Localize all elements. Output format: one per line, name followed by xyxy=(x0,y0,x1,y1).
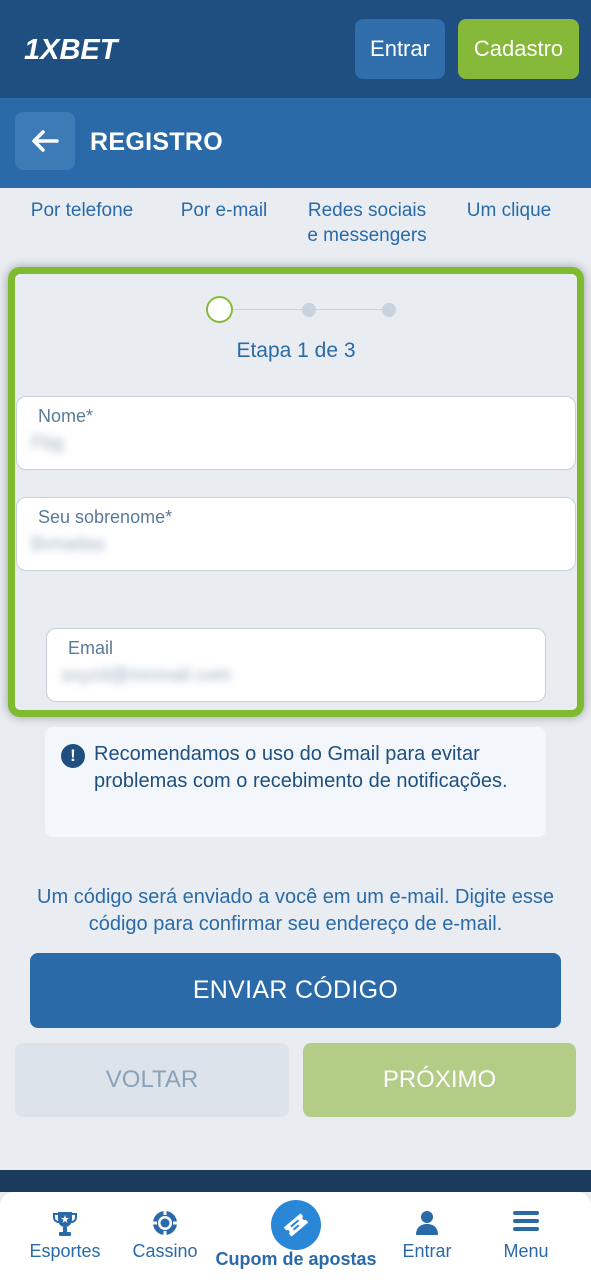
hamburger-menu-icon xyxy=(513,1211,539,1231)
step-label: Etapa 1 de 3 xyxy=(236,339,356,362)
bet-slip-button[interactable] xyxy=(271,1200,321,1250)
tab-by-email[interactable]: Por e-mail xyxy=(172,198,276,223)
gmail-notice: ! Recomendamos o uso do Gmail para evita… xyxy=(45,727,546,837)
casino-chip-icon xyxy=(153,1211,177,1235)
tab-one-click[interactable]: Um clique xyxy=(458,198,560,223)
nav-bet-slip-label: Cupom de apostas xyxy=(215,1249,377,1269)
step-1-indicator xyxy=(206,296,233,323)
email-label: Email xyxy=(68,638,114,658)
notice-text: Recomendamos o uso do Gmail para evitar … xyxy=(94,743,508,792)
brand-logo[interactable]: 1XBET xyxy=(24,30,144,68)
step-connector xyxy=(233,309,309,310)
registration-method-tabs: Por telefone Por e-mail Redes sociais e … xyxy=(0,188,591,258)
last-name-value: Bvnadas xyxy=(31,534,105,555)
trophy-icon xyxy=(53,1212,77,1236)
arrow-left-icon xyxy=(32,130,59,152)
nav-casino-label: Cassino xyxy=(132,1241,198,1261)
exclamation-icon: ! xyxy=(61,744,85,768)
nav-sports-label: Esportes xyxy=(29,1241,101,1261)
logo-1xbet-icon: 1XBET xyxy=(24,34,120,66)
step-connector xyxy=(316,309,386,310)
svg-text:1XBET: 1XBET xyxy=(24,34,120,66)
bottom-divider xyxy=(0,1170,591,1192)
tab-by-phone[interactable]: Por telefone xyxy=(22,198,142,223)
step-3-indicator xyxy=(382,303,396,317)
tab-social-networks[interactable]: Redes sociais e messengers xyxy=(298,198,436,248)
send-code-button[interactable]: ENVIAR CÓDIGO xyxy=(30,953,561,1028)
code-info-text: Um código será enviado a você em um e-ma… xyxy=(37,886,554,935)
nav-menu-label: Menu xyxy=(503,1241,549,1261)
first-name-label: Nome* xyxy=(38,406,94,426)
email-value: sxyzd@mnmail.com xyxy=(61,665,232,686)
step-2-indicator xyxy=(302,303,316,317)
first-name-field[interactable]: Nome* Fbg xyxy=(16,396,576,470)
next-step-button[interactable]: PRÓXIMO xyxy=(303,1043,576,1117)
registration-header: REGISTRO xyxy=(0,98,591,188)
last-name-field[interactable]: Seu sobrenome* Bvnadas xyxy=(16,497,576,571)
top-header: 1XBET Entrar Cadastro xyxy=(0,0,591,98)
registration-form-card: Etapa 1 de 3 Nome* Fbg Seu sobrenome* Bv… xyxy=(8,267,584,717)
nav-login-label: Entrar xyxy=(402,1241,452,1261)
email-field[interactable]: Email sxyzd@mnmail.com xyxy=(46,628,546,702)
register-button[interactable]: Cadastro xyxy=(458,19,579,79)
back-button[interactable] xyxy=(15,112,75,170)
login-button[interactable]: Entrar xyxy=(355,19,445,79)
first-name-value: Fbg xyxy=(31,433,64,454)
last-name-label: Seu sobrenome* xyxy=(38,507,173,527)
user-icon xyxy=(416,1211,438,1235)
back-step-button[interactable]: VOLTAR xyxy=(15,1043,289,1117)
ticket-icon xyxy=(283,1213,309,1237)
page-title: REGISTRO xyxy=(90,128,223,156)
step-progress xyxy=(206,294,396,324)
